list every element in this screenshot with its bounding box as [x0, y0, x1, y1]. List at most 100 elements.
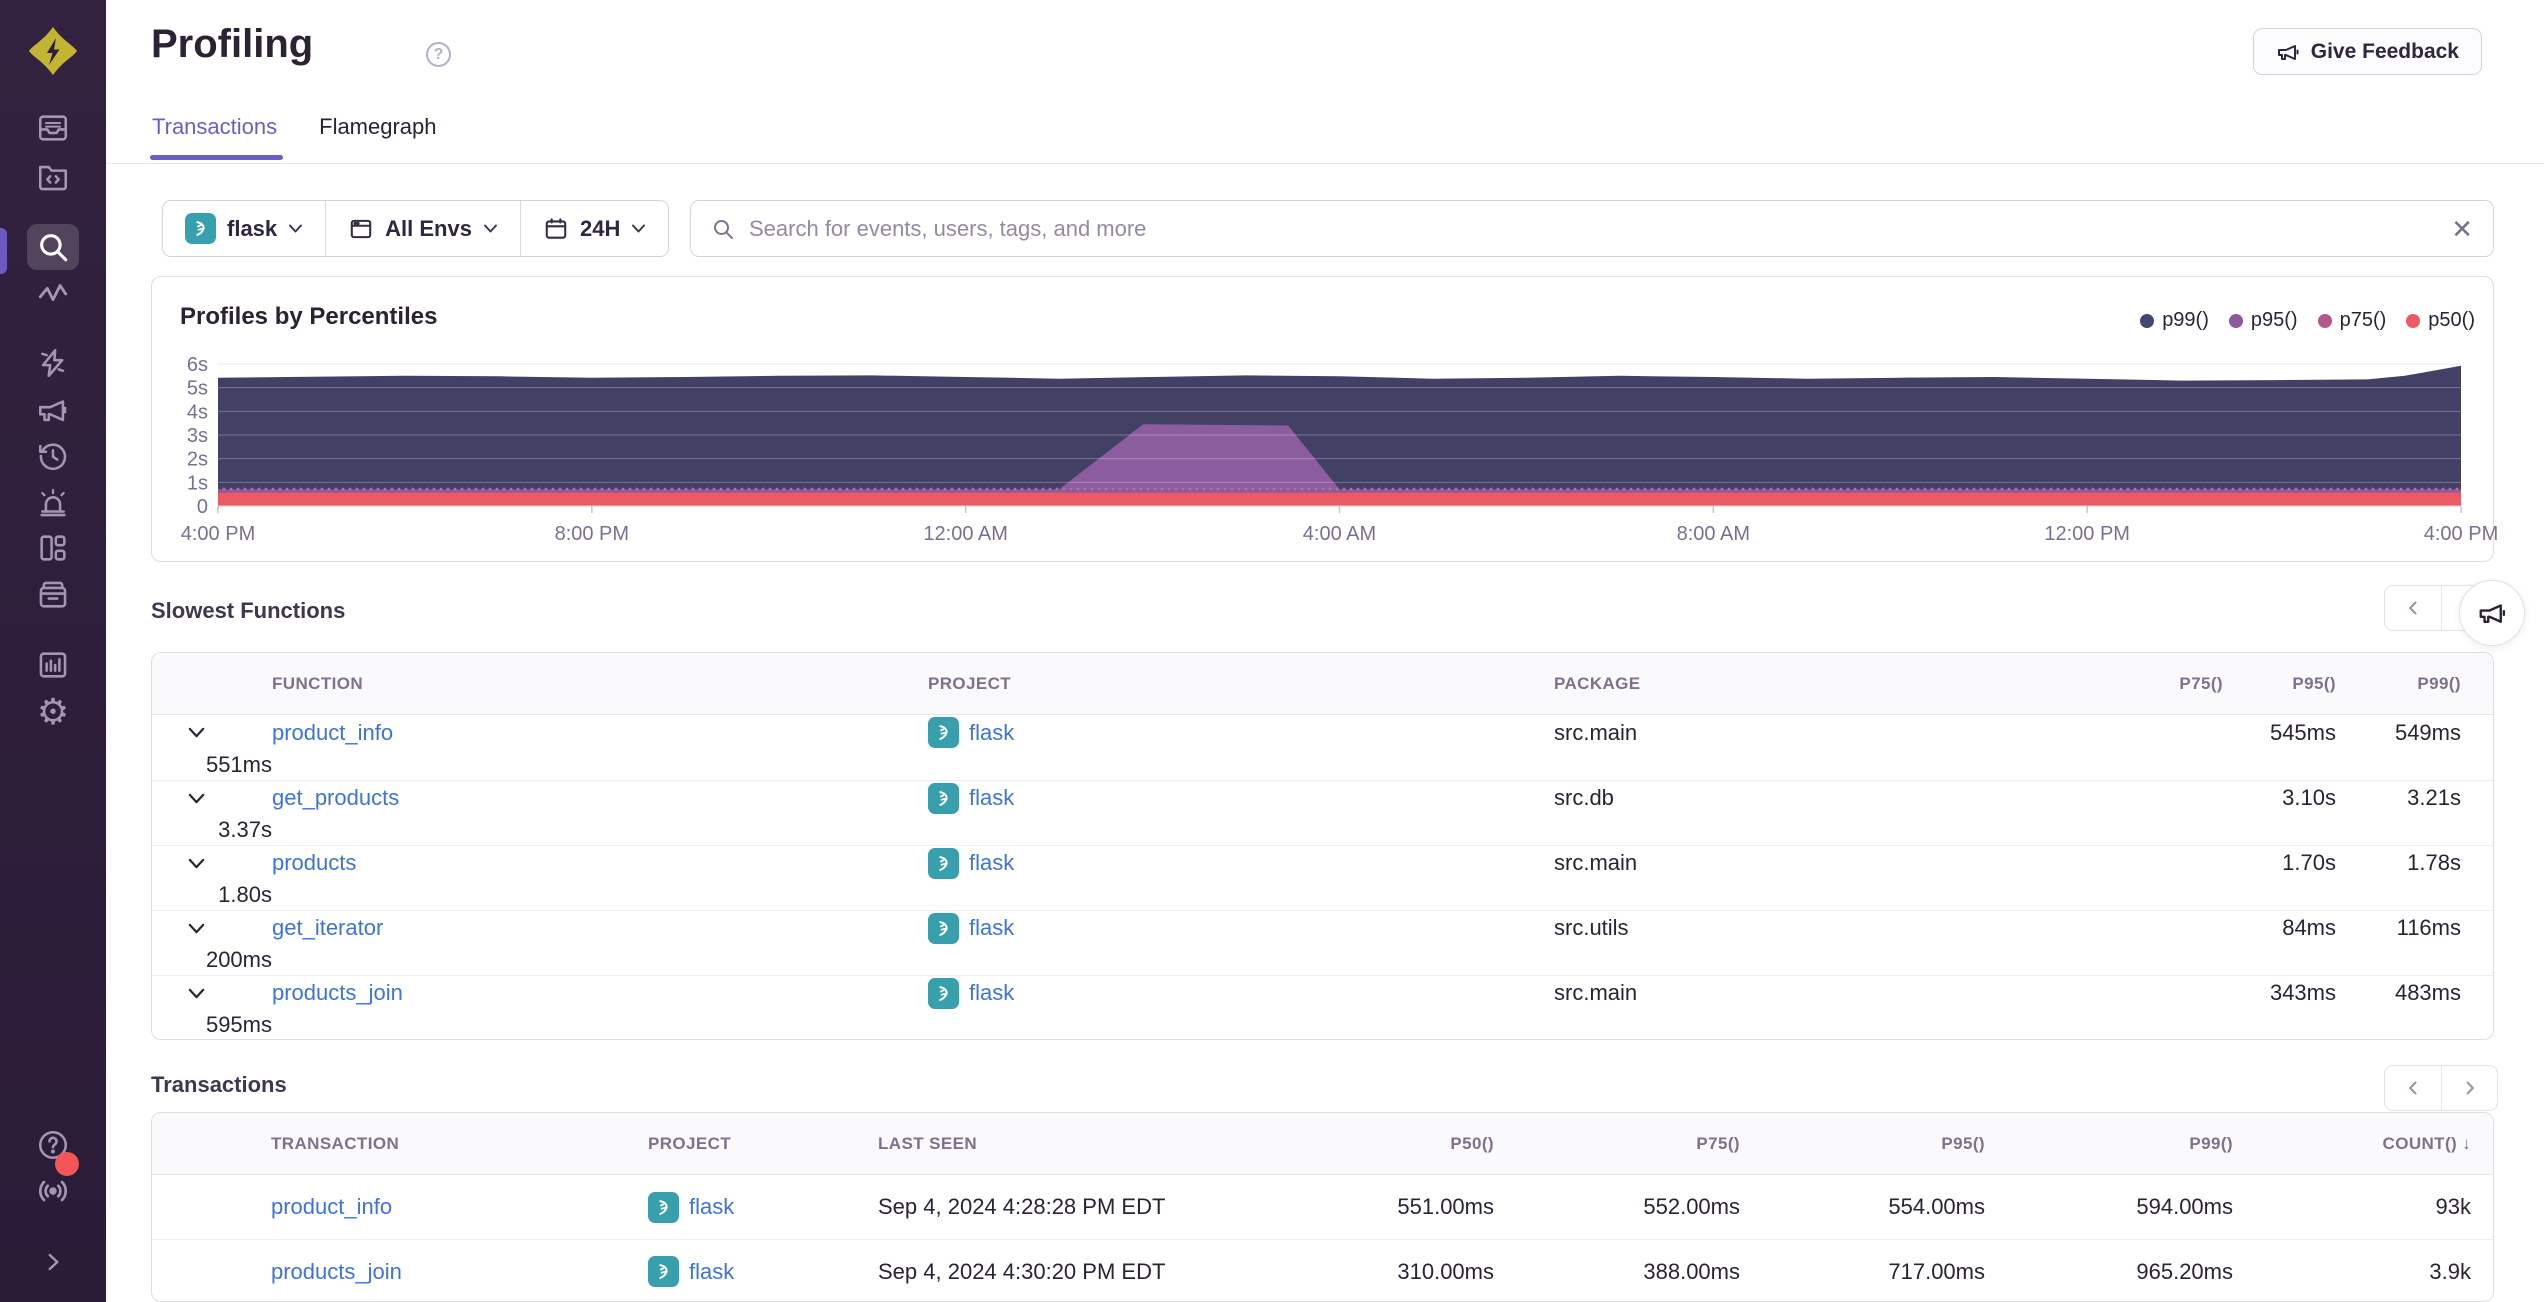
prev-page-button[interactable] [2385, 586, 2441, 630]
sidebar-item-settings[interactable]: ⚙ [27, 689, 79, 735]
flask-project-icon [928, 977, 959, 1009]
svg-text:4s: 4s [187, 401, 208, 423]
tab-transactions[interactable]: Transactions [149, 114, 284, 160]
clear-search-icon[interactable]: ✕ [2451, 216, 2473, 242]
svg-text:8:00 PM: 8:00 PM [555, 523, 629, 545]
sidebar-item-alerts[interactable] [27, 480, 79, 526]
sidebar-collapse-button[interactable] [27, 1239, 79, 1285]
col-p75: P75() [2179, 673, 2223, 693]
col-p50[interactable]: P50() [1218, 1134, 1494, 1154]
expand-row-chevron-icon[interactable] [188, 988, 272, 999]
expand-row-chevron-icon[interactable] [188, 923, 272, 934]
calendar-icon [543, 216, 569, 242]
p95-value: 483ms [2394, 980, 2461, 1006]
window-icon [348, 216, 374, 242]
slowest-function-row: get_products flask src.db 3.10s 3.21s 3.37s [152, 780, 2493, 845]
sentry-logo-icon[interactable] [26, 24, 80, 78]
col-p99: P99() [2417, 673, 2461, 693]
package-cell: src.main [1554, 850, 1638, 876]
count-value: 93k [2435, 1194, 2471, 1219]
environment-filter-button[interactable]: All Envs [325, 201, 520, 256]
col-package: PACKAGE P75() [1554, 673, 2223, 693]
project-link[interactable]: flask [969, 720, 1014, 746]
expand-row-chevron-icon[interactable] [188, 793, 272, 804]
main-content: Profiling ? Give Feedback Transactions F… [106, 0, 2544, 1302]
p75-value: 545ms [2269, 719, 2336, 745]
project-link[interactable]: flask [689, 1194, 734, 1220]
package-cell: src.main [1554, 719, 1638, 745]
flask-project-icon [928, 717, 959, 748]
p99-value: 1.80s [218, 882, 272, 908]
last-seen-cell: Sep 4, 2024 4:30:20 PM EDT [878, 1258, 1166, 1284]
transactions-heading: Transactions [151, 1072, 287, 1097]
sidebar-item-replays[interactable] [27, 433, 79, 479]
slowest-function-row: get_iterator flask src.utils 84ms 116ms 200ms [152, 910, 2493, 975]
function-link[interactable]: get_iterator [272, 915, 383, 940]
gear-icon: ⚙ [36, 691, 70, 732]
tab-flamegraph[interactable]: Flamegraph [319, 114, 436, 160]
p95-value: 3.21s [2407, 785, 2461, 811]
slowest-functions-heading: Slowest Functions [151, 598, 346, 623]
last-seen-cell: Sep 4, 2024 4:28:28 PM EDT [878, 1194, 1166, 1219]
function-link[interactable]: product_info [272, 720, 393, 745]
flask-project-icon [185, 213, 216, 244]
page-title: Profiling [151, 22, 314, 66]
col-p75[interactable]: P75() [1494, 1134, 1740, 1154]
col-function: FUNCTION [272, 673, 364, 693]
col-count[interactable]: COUNT() ↓ [2233, 1134, 2471, 1154]
function-link[interactable]: get_products [272, 785, 399, 810]
next-page-button[interactable] [2441, 1066, 2497, 1110]
project-link[interactable]: flask [969, 980, 1014, 1006]
package-cell: src.db [1554, 785, 1614, 811]
svg-text:2s: 2s [187, 449, 208, 471]
sidebar-item-insights[interactable] [27, 340, 79, 386]
count-value: 3.9k [2429, 1258, 2471, 1284]
svg-text:4:00 AM: 4:00 AM [1303, 523, 1376, 545]
project-link[interactable]: flask [969, 915, 1014, 941]
col-p95[interactable]: P95() [1740, 1134, 1985, 1154]
p50-value: 551.00ms [1397, 1194, 1494, 1219]
svg-text:3s: 3s [187, 425, 208, 447]
svg-text:12:00 PM: 12:00 PM [2044, 523, 2130, 545]
sidebar-item-feedback[interactable] [27, 387, 79, 433]
sidebar-item-issues[interactable] [27, 105, 79, 151]
sidebar-item-explore[interactable] [27, 224, 79, 270]
transaction-link[interactable]: product_info [271, 1194, 392, 1219]
sidebar-item-stats[interactable] [27, 642, 79, 688]
svg-text:4:00 PM: 4:00 PM [181, 523, 255, 545]
give-feedback-button[interactable]: Give Feedback [2252, 28, 2482, 75]
filter-group: flask All Envs 24H [162, 200, 670, 257]
search-bar: ✕ [690, 200, 2494, 257]
date-range-filter-button[interactable]: 24H [519, 201, 669, 256]
sidebar-active-indicator [0, 228, 7, 274]
sidebar-item-dashboards[interactable] [27, 525, 79, 571]
p75-value: 388.00ms [1643, 1258, 1740, 1284]
sidebar: ⚙ [0, 0, 106, 1302]
prev-page-button[interactable] [2385, 1066, 2441, 1110]
page-help-icon[interactable]: ? [426, 42, 451, 67]
col-p95: P95() [2292, 673, 2336, 693]
function-link[interactable]: products [272, 850, 356, 875]
slowest-functions-table: FUNCTION PROJECT PACKAGE P75() P95() P99() pr… [151, 652, 2494, 1040]
expand-row-chevron-icon[interactable] [188, 727, 272, 738]
chevron-down-icon [483, 224, 497, 233]
project-link[interactable]: flask [969, 850, 1014, 876]
svg-text:8:00 AM: 8:00 AM [1677, 523, 1750, 545]
transaction-link[interactable]: products_join [271, 1259, 402, 1284]
search-input[interactable] [749, 215, 2438, 242]
sidebar-item-releases[interactable] [27, 572, 79, 618]
p95-value: 549ms [2394, 719, 2461, 745]
slowest-function-row: products flask src.main 1.70s 1.78s 1.80s [152, 845, 2493, 910]
sidebar-item-traces[interactable] [27, 271, 79, 317]
project-link[interactable]: flask [689, 1259, 734, 1285]
sidebar-item-projects[interactable] [27, 154, 79, 200]
floating-feedback-widget-button[interactable] [2459, 580, 2525, 646]
col-p99[interactable]: P99() [1985, 1134, 2233, 1154]
project-filter-button[interactable]: flask [163, 201, 326, 256]
project-link[interactable]: flask [969, 785, 1014, 811]
expand-row-chevron-icon[interactable] [188, 858, 272, 869]
tab-bar: Transactions Flamegraph [149, 114, 437, 160]
col-transaction: TRANSACTION [271, 1133, 400, 1153]
function-link[interactable]: products_join [272, 980, 403, 1005]
transactions-table: TRANSACTION PROJECT LAST SEEN P50() P75(… [151, 1112, 2494, 1302]
